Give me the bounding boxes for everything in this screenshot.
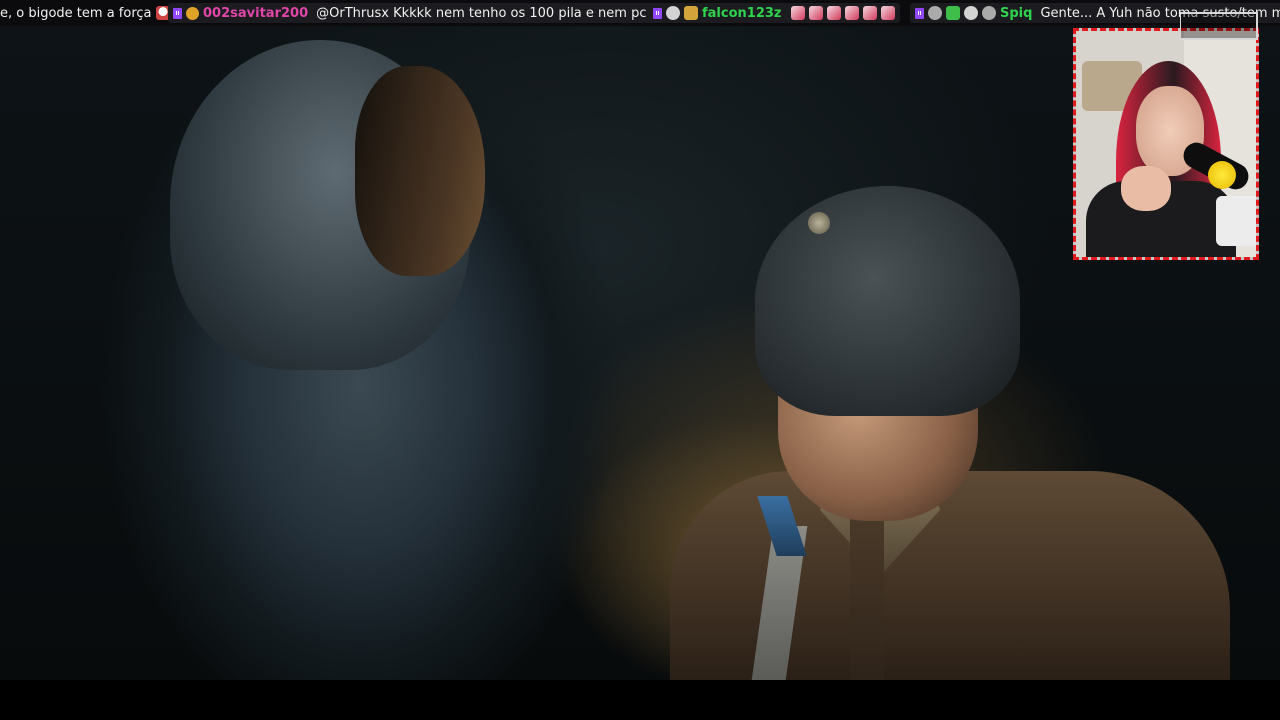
hooded-man-face — [355, 66, 485, 276]
chat-message: 002savitar200 @OrThrusx Kkkkk nem tenho … — [168, 3, 686, 23]
skull-badge-icon — [982, 6, 996, 20]
officer-uniform — [670, 471, 1230, 680]
chat-username: 002savitar200 — [203, 5, 309, 21]
rubber-duck-icon — [1208, 161, 1236, 189]
chat-message-container: falcon123z — [648, 3, 901, 23]
pink-emote-icon — [827, 6, 842, 20]
chat-username: falcon123z — [702, 5, 782, 21]
pink-emote-icon — [863, 6, 878, 20]
chat-username: Spiq — [1000, 5, 1033, 21]
chat-message-container: 002savitar200 @OrThrusx Kkkkk nem tenho … — [168, 3, 686, 23]
chat-ticker: e, o bigode tem a força 002savitar200 @O… — [0, 0, 1280, 26]
pink-emote-icon — [881, 6, 896, 20]
letterbox-bar — [0, 680, 1280, 720]
twitch-badge-icon — [653, 7, 662, 19]
streamer-webcam — [1073, 28, 1259, 260]
chat-message: falcon123z — [648, 3, 901, 23]
subscriber-badge-icon — [186, 6, 199, 20]
mic-mount — [1216, 196, 1256, 246]
overlay-frame — [1180, 12, 1258, 40]
chat-message-text: @OrThrusx Kkkkk nem tenho os 100 pila e … — [316, 5, 681, 21]
cat-badge-icon — [964, 6, 978, 20]
check-badge-icon — [946, 6, 960, 20]
hat-badge-icon — [808, 212, 830, 234]
fur-hat — [755, 186, 1020, 416]
chat-message: e, o bigode tem a força — [0, 3, 170, 23]
streamer-hand — [1121, 166, 1171, 211]
tie — [850, 506, 884, 680]
skull-badge-icon — [928, 6, 942, 20]
gift-badge-icon — [684, 6, 698, 20]
chat-message-text: e, o bigode tem a força — [0, 5, 152, 21]
twitch-badge-icon — [915, 7, 924, 19]
pink-emote-icon — [809, 6, 824, 20]
twitch-badge-icon — [173, 7, 182, 19]
pink-emote-icon — [791, 6, 806, 20]
cat-badge-icon — [666, 6, 680, 20]
pink-emote-icon — [845, 6, 860, 20]
